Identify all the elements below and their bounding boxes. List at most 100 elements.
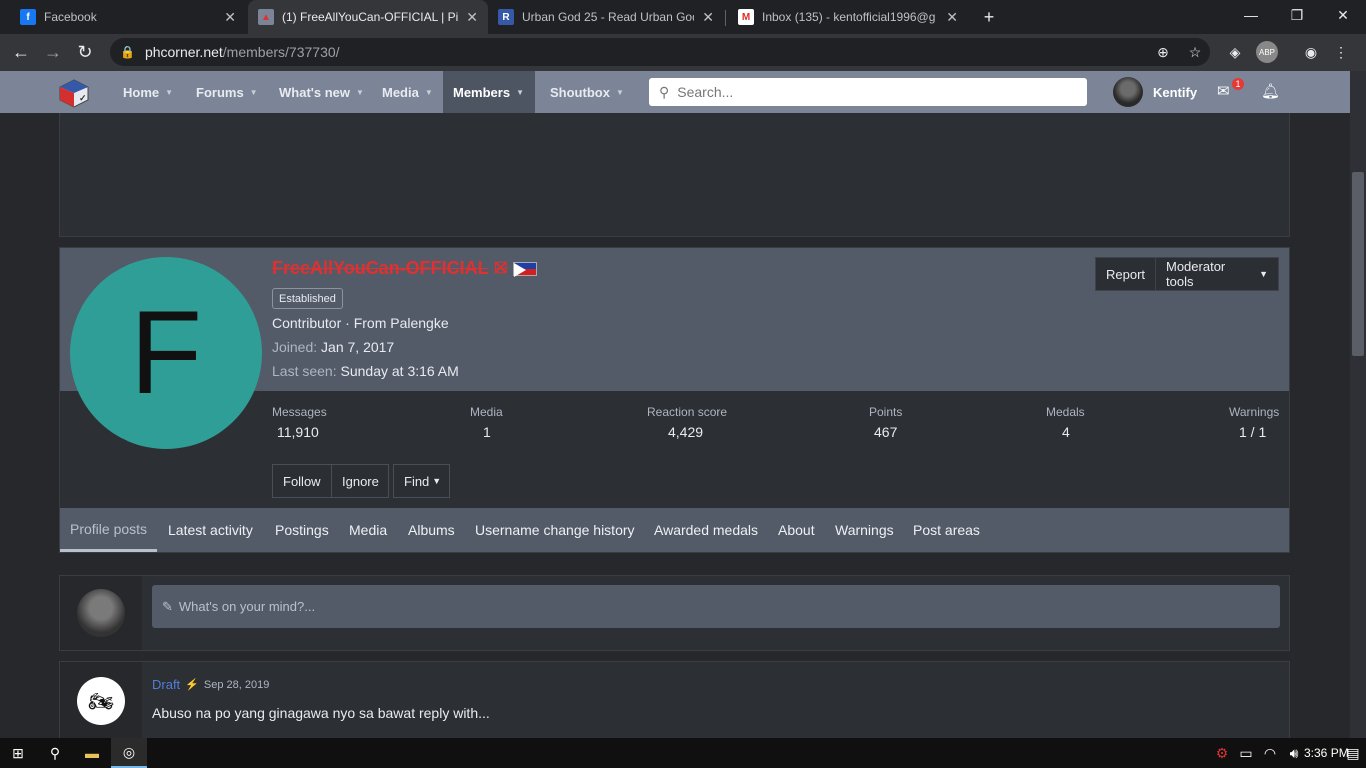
tab-profile-posts[interactable]: Profile posts (60, 508, 158, 552)
tab-latest-activity[interactable]: Latest activity (158, 508, 263, 552)
nav-label: Members (453, 84, 511, 100)
browser-tab-phcorner[interactable]: ▲ (1) FreeAllYouCan-OFFICIAL | Pin ✕ (248, 0, 488, 34)
nav-label: What's new (279, 84, 350, 100)
search-input[interactable]: ⚲ Search... (649, 78, 1087, 106)
stat-value[interactable]: 4,429 (668, 424, 703, 440)
back-icon[interactable]: ← (6, 36, 36, 68)
nav-label: Shoutbox (550, 84, 610, 100)
bookmark-star-icon[interactable]: ☆ (1184, 41, 1206, 63)
nav-label: Home (123, 84, 160, 100)
browser-tab-facebook[interactable]: f Facebook ✕ (10, 0, 246, 34)
svg-text:✓: ✓ (79, 93, 87, 103)
stat-value[interactable]: 467 (874, 424, 897, 440)
profile-username: FreeAllYouCan-OFFICIAL ⛝ (272, 258, 537, 279)
chevron-down-icon[interactable]: ▼ (425, 88, 433, 97)
last-seen-value: Sunday at 3:16 AM (340, 363, 459, 379)
stat-value[interactable]: 11,910 (277, 424, 319, 440)
composer-avatar-cell (60, 576, 142, 650)
post-text: Abuso na po yang ginagawa nyo sa bawat r… (152, 705, 490, 721)
notifications-icon[interactable]: ▤ (1340, 738, 1366, 768)
tab-separator (725, 10, 726, 26)
chrome-icon[interactable]: ◎ (111, 738, 147, 768)
chevron-down-icon[interactable]: ▼ (165, 88, 173, 97)
report-button[interactable]: Report (1095, 257, 1156, 291)
nav-media[interactable]: Media ▼ (372, 71, 443, 113)
post-avatar-cell: 🏍︎ (60, 662, 142, 740)
nav-home[interactable]: Home ▼ (113, 71, 183, 113)
user-badge-icon: ⚡ (185, 679, 199, 691)
stat-label: Messages (272, 405, 327, 419)
nav-members[interactable]: Members ▼ (443, 71, 535, 113)
zoom-icon[interactable]: ⊕ (1152, 41, 1174, 63)
tab-albums[interactable]: Albums (398, 508, 465, 552)
maximize-icon[interactable]: ❐ (1274, 0, 1320, 30)
avatar[interactable]: 🏍︎ (77, 677, 125, 725)
chevron-down-icon[interactable]: ▼ (250, 88, 258, 97)
post-input[interactable]: ✎ What's on your mind?... (152, 585, 1280, 628)
browser-tab-readmanga[interactable]: R Urban God 25 - Read Urban God ✕ (488, 0, 724, 34)
browser-tab-gmail[interactable]: M Inbox (135) - kentofficial1996@g ✕ (728, 0, 968, 34)
chevron-down-icon[interactable]: ▼ (616, 88, 624, 97)
pencil-icon: ✎ (162, 598, 173, 614)
windows-start-icon[interactable]: ⊞ (0, 738, 36, 768)
window-close-icon[interactable]: ✕ (1320, 0, 1366, 30)
inbox-icon[interactable]: ✉ (1217, 82, 1230, 100)
adblock-icon[interactable]: ABP (1256, 41, 1278, 63)
close-icon[interactable]: ✕ (946, 9, 958, 26)
nav-forums[interactable]: Forums ▼ (186, 71, 268, 113)
post-author[interactable]: Draft (152, 677, 180, 692)
nav-whats-new[interactable]: What's new ▼ (269, 71, 374, 113)
moderator-tools-button[interactable]: Moderator tools ▼ (1155, 257, 1279, 291)
file-explorer-icon[interactable]: ▬ (74, 738, 110, 768)
tab-postings[interactable]: Postings (265, 508, 339, 552)
tab-about[interactable]: About (768, 508, 825, 552)
bell-icon[interactable]: 🔔︎ (1261, 82, 1280, 100)
nav-shoutbox[interactable]: Shoutbox ▼ (540, 71, 634, 113)
close-icon[interactable]: ✕ (702, 9, 714, 26)
joined-label: Joined: (272, 339, 318, 355)
tab-username-change-history[interactable]: Username change history (465, 508, 645, 552)
close-icon[interactable]: ✕ (466, 9, 478, 26)
ignore-button[interactable]: Ignore (331, 464, 389, 498)
nav-label: Media (382, 84, 419, 100)
caret-down-icon: ▼ (1259, 269, 1268, 279)
profile-avatar[interactable]: F (70, 257, 262, 449)
role-location: Contributor · From Palengke (272, 315, 449, 331)
follow-button[interactable]: Follow (272, 464, 332, 498)
tab-title: Inbox (135) - kentofficial1996@g (762, 10, 936, 24)
banned-user-icon: ⛝ (494, 259, 507, 277)
search-icon[interactable]: ⚲ (37, 738, 73, 768)
tab-post-areas[interactable]: Post areas (903, 508, 990, 552)
menu-icon[interactable]: ⋮ (1330, 41, 1352, 63)
tab-warnings[interactable]: Warnings (825, 508, 904, 552)
avatar (1113, 77, 1143, 107)
chevron-down-icon[interactable]: ▼ (356, 88, 364, 97)
extension-icon[interactable]: ◈ (1224, 41, 1246, 63)
facebook-icon: f (20, 9, 36, 25)
post-date[interactable]: Sep 28, 2019 (204, 679, 269, 691)
stat-value[interactable]: 4 (1062, 424, 1070, 440)
tab-awarded-medals[interactable]: Awarded medals (644, 508, 768, 552)
minimize-icon[interactable]: — (1228, 0, 1274, 30)
address-bar[interactable]: 🔒 phcorner.net /members/737730/ (110, 38, 1210, 66)
find-button[interactable]: Find ▼ (393, 464, 450, 498)
close-icon[interactable]: ✕ (224, 9, 236, 26)
last-seen-row: Last seen: Sunday at 3:16 AM (272, 363, 459, 379)
tab-media[interactable]: Media (339, 508, 397, 552)
site-logo[interactable]: ✓ (58, 78, 90, 108)
reload-icon[interactable]: ↻ (70, 36, 100, 68)
status-badge: Established (272, 288, 343, 309)
new-tab-button[interactable]: + (974, 0, 1004, 34)
user-menu[interactable]: Kentify (1113, 77, 1197, 107)
forward-icon[interactable]: → (38, 36, 68, 68)
chevron-down-icon[interactable]: ▼ (516, 88, 524, 97)
avatar[interactable] (77, 589, 125, 637)
stat-value[interactable]: 1 / 1 (1239, 424, 1266, 440)
profile-icon[interactable]: ◉ (1300, 41, 1322, 63)
stat-value[interactable]: 1 (483, 424, 491, 440)
search-placeholder: Search... (677, 84, 734, 100)
scrollbar-thumb[interactable] (1352, 172, 1364, 356)
url-host: phcorner.net (144, 44, 223, 60)
last-seen-label: Last seen: (272, 363, 337, 379)
joined-row: Joined: Jan 7, 2017 (272, 339, 394, 355)
